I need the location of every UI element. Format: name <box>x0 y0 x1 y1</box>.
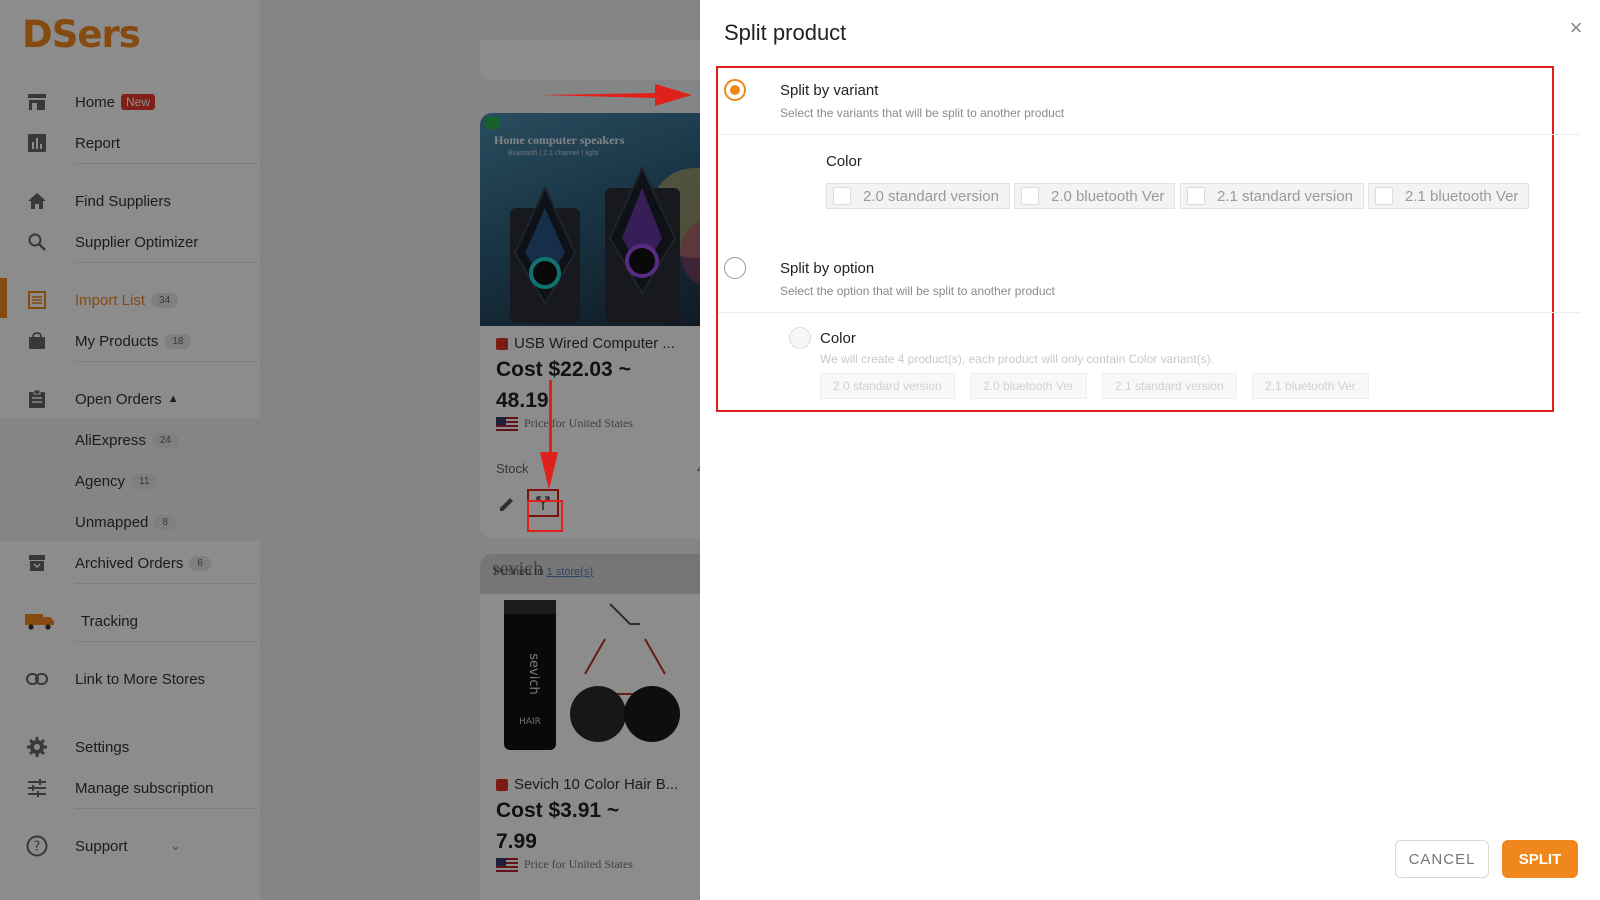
split-button[interactable]: SPLIT <box>1502 840 1578 878</box>
split-by-option-desc: Select the option that will be split to … <box>780 284 1055 298</box>
divider <box>718 134 1580 135</box>
annotation-arrow-right <box>540 84 692 106</box>
annotation-arrows <box>527 84 692 532</box>
checkbox[interactable] <box>833 187 851 205</box>
variant-checkbox[interactable]: 2.1 standard version <box>1180 183 1364 209</box>
variant-checkbox[interactable]: 2.0 standard version <box>826 183 1010 209</box>
option-group-label: Color <box>820 330 856 347</box>
annotation-arrow-down <box>540 380 558 490</box>
annotation-highlight-box <box>527 500 563 532</box>
option-variant-chip: 2.0 standard version <box>820 373 955 399</box>
variant-label: 2.0 standard version <box>863 187 999 205</box>
divider <box>718 312 1580 313</box>
variant-label: 2.0 bluetooth Ver <box>1051 187 1165 205</box>
checkbox[interactable] <box>1021 187 1039 205</box>
modal-title: Split product <box>724 20 847 45</box>
split-by-variant-label[interactable]: Split by variant <box>780 82 878 99</box>
variant-group-label: Color <box>826 153 862 170</box>
split-by-variant-desc: Select the variants that will be split t… <box>780 106 1065 120</box>
split-product-modal: Split product × Split by variant Select … <box>700 0 1600 900</box>
split-by-variant-radio[interactable] <box>724 79 746 101</box>
split-by-option-radio[interactable] <box>724 257 746 279</box>
option-variant-chip: 2.1 bluetooth Ver <box>1252 373 1369 399</box>
option-desc: We will create 4 product(s), each produc… <box>820 352 1214 366</box>
checkbox[interactable] <box>1187 187 1205 205</box>
variant-checkbox[interactable]: 2.1 bluetooth Ver <box>1368 183 1530 209</box>
variant-label: 2.1 standard version <box>1217 187 1353 205</box>
option-color-radio[interactable] <box>789 327 811 349</box>
variant-checkbox[interactable]: 2.0 bluetooth Ver <box>1014 183 1176 209</box>
option-variant-chip: 2.1 standard version <box>1102 373 1237 399</box>
split-by-option-label[interactable]: Split by option <box>780 260 874 277</box>
option-variant-chip: 2.0 bluetooth Ver <box>970 373 1087 399</box>
close-icon[interactable]: × <box>1566 17 1586 39</box>
variant-label: 2.1 bluetooth Ver <box>1405 187 1519 205</box>
cancel-button[interactable]: CANCEL <box>1395 840 1489 878</box>
checkbox[interactable] <box>1375 187 1393 205</box>
